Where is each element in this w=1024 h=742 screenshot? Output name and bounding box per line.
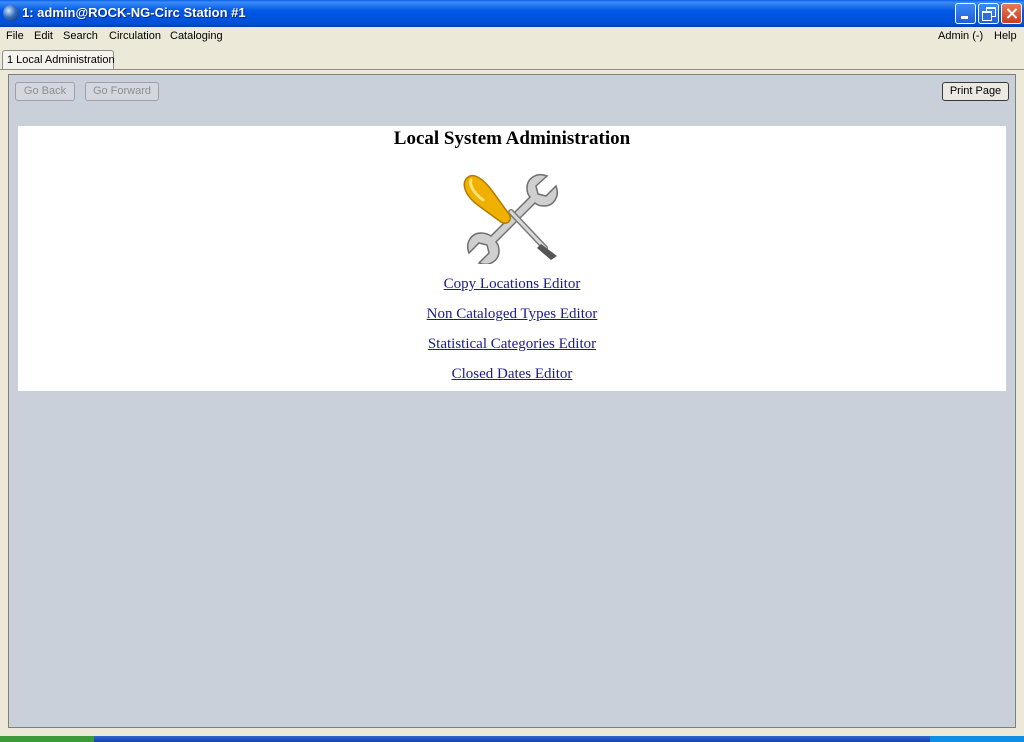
closed-dates-editor-link[interactable]: Closed Dates Editor bbox=[452, 366, 573, 382]
window-title: 1: admin@ROCK-NG-Circ Station #1 bbox=[22, 5, 246, 20]
start-button[interactable] bbox=[0, 736, 94, 742]
menu-cataloging[interactable]: Cataloging bbox=[170, 30, 223, 42]
non-cataloged-types-editor-link[interactable]: Non Cataloged Types Editor bbox=[427, 306, 598, 322]
menu-help[interactable]: Help bbox=[994, 30, 1017, 42]
menu-search[interactable]: Search bbox=[63, 30, 98, 42]
admin-panel: Local System Administration Copy Locatio… bbox=[18, 126, 1006, 391]
menu-circulation[interactable]: Circulation bbox=[109, 30, 161, 42]
menu-file[interactable]: File bbox=[6, 30, 24, 42]
link-closed-dates-editor: Closed Dates Editor bbox=[18, 366, 1006, 383]
app-globe-icon bbox=[3, 5, 19, 21]
go-forward-button[interactable]: Go Forward bbox=[85, 82, 159, 101]
menu-admin[interactable]: Admin (-) bbox=[938, 30, 983, 42]
restore-icon[interactable] bbox=[978, 3, 999, 24]
page-title: Local System Administration bbox=[393, 128, 631, 149]
link-statistical-categories-editor: Statistical Categories Editor bbox=[18, 336, 1006, 353]
window-title-bar[interactable]: 1: admin@ROCK-NG-Circ Station #1 bbox=[0, 0, 1024, 27]
system-tray bbox=[930, 736, 1024, 742]
tab-local-administration[interactable]: 1 Local Administration bbox=[2, 50, 115, 69]
close-icon[interactable] bbox=[1001, 3, 1022, 24]
statistical-categories-editor-link[interactable]: Statistical Categories Editor bbox=[428, 336, 596, 352]
link-copy-locations-editor: Copy Locations Editor bbox=[18, 276, 1006, 293]
print-page-button[interactable]: Print Page bbox=[942, 82, 1009, 101]
go-back-button[interactable]: Go Back bbox=[15, 82, 75, 101]
taskbar bbox=[0, 736, 1024, 742]
link-non-cataloged-types-editor: Non Cataloged Types Editor bbox=[18, 306, 1006, 323]
copy-locations-editor-link[interactable]: Copy Locations Editor bbox=[444, 276, 581, 292]
tools-icon bbox=[463, 174, 558, 264]
tab-divider bbox=[0, 69, 1024, 70]
tab-strip: 1 Local Administration bbox=[0, 48, 1024, 70]
minimize-icon[interactable] bbox=[955, 3, 976, 24]
menu-edit[interactable]: Edit bbox=[34, 30, 53, 42]
menu-bar: File Edit Search Circulation Cataloging … bbox=[0, 27, 1024, 47]
